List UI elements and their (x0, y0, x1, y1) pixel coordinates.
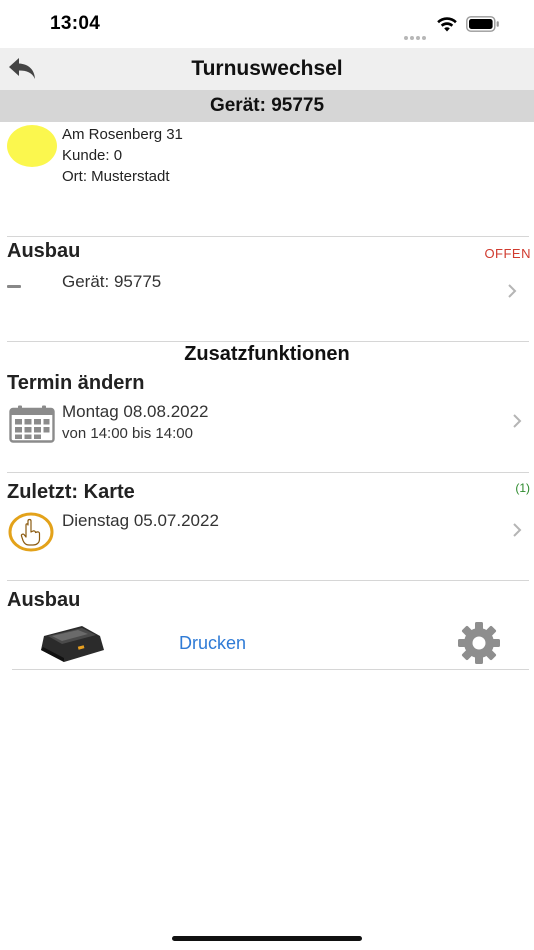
back-arrow-icon[interactable] (6, 54, 40, 84)
gear-icon[interactable] (455, 622, 503, 664)
device-header: Gerät: 95775 (0, 90, 534, 122)
zuletzt-date: Dienstag 05.07.2022 (62, 511, 219, 530)
signal-dots-icon (404, 27, 430, 40)
address-customer: Kunde: 0 (62, 147, 123, 164)
nav-bar: Turnuswechsel (0, 48, 534, 90)
divider (7, 580, 529, 581)
print-section-heading: Ausbau (7, 589, 81, 611)
page-title: Turnuswechsel (191, 57, 343, 80)
termin-heading: Termin ändern (7, 372, 145, 394)
address-street: Am Rosenberg 31 (62, 126, 183, 143)
termin-date: Montag 08.08.2022 (62, 402, 209, 421)
calendar-icon (9, 405, 55, 443)
home-indicator[interactable] (172, 936, 362, 941)
status-bar: 13:04 (0, 0, 534, 48)
print-button[interactable]: Drucken (179, 633, 246, 654)
status-indicator (7, 125, 57, 167)
termin-time: von 14:00 bis 14:00 (62, 425, 193, 442)
printer-icon (41, 626, 104, 662)
count-badge: (1) (515, 481, 530, 495)
divider (12, 669, 529, 670)
chevron-right-icon[interactable] (512, 413, 522, 429)
dash-icon (7, 285, 21, 288)
ausbau-heading: Ausbau (7, 240, 81, 262)
ausbau-device-label: Gerät: 95775 (62, 272, 162, 291)
zuletzt-heading: Zuletzt: Karte (7, 481, 135, 503)
status-badge: OFFEN (484, 246, 531, 261)
battery-icon (466, 16, 499, 32)
status-time: 13:04 (50, 13, 101, 34)
divider (7, 341, 529, 342)
divider (7, 472, 529, 473)
wifi-icon (437, 17, 457, 32)
address-city: Ort: Musterstadt (62, 168, 170, 185)
finger-icon (8, 512, 54, 552)
extras-heading: Zusatzfunktionen (0, 343, 534, 367)
chevron-right-icon[interactable] (507, 283, 517, 299)
screen: 13:04 Turnuswechsel Gerät: 95775 Am Rose… (0, 0, 534, 950)
chevron-right-icon[interactable] (512, 522, 522, 538)
divider (7, 236, 529, 237)
